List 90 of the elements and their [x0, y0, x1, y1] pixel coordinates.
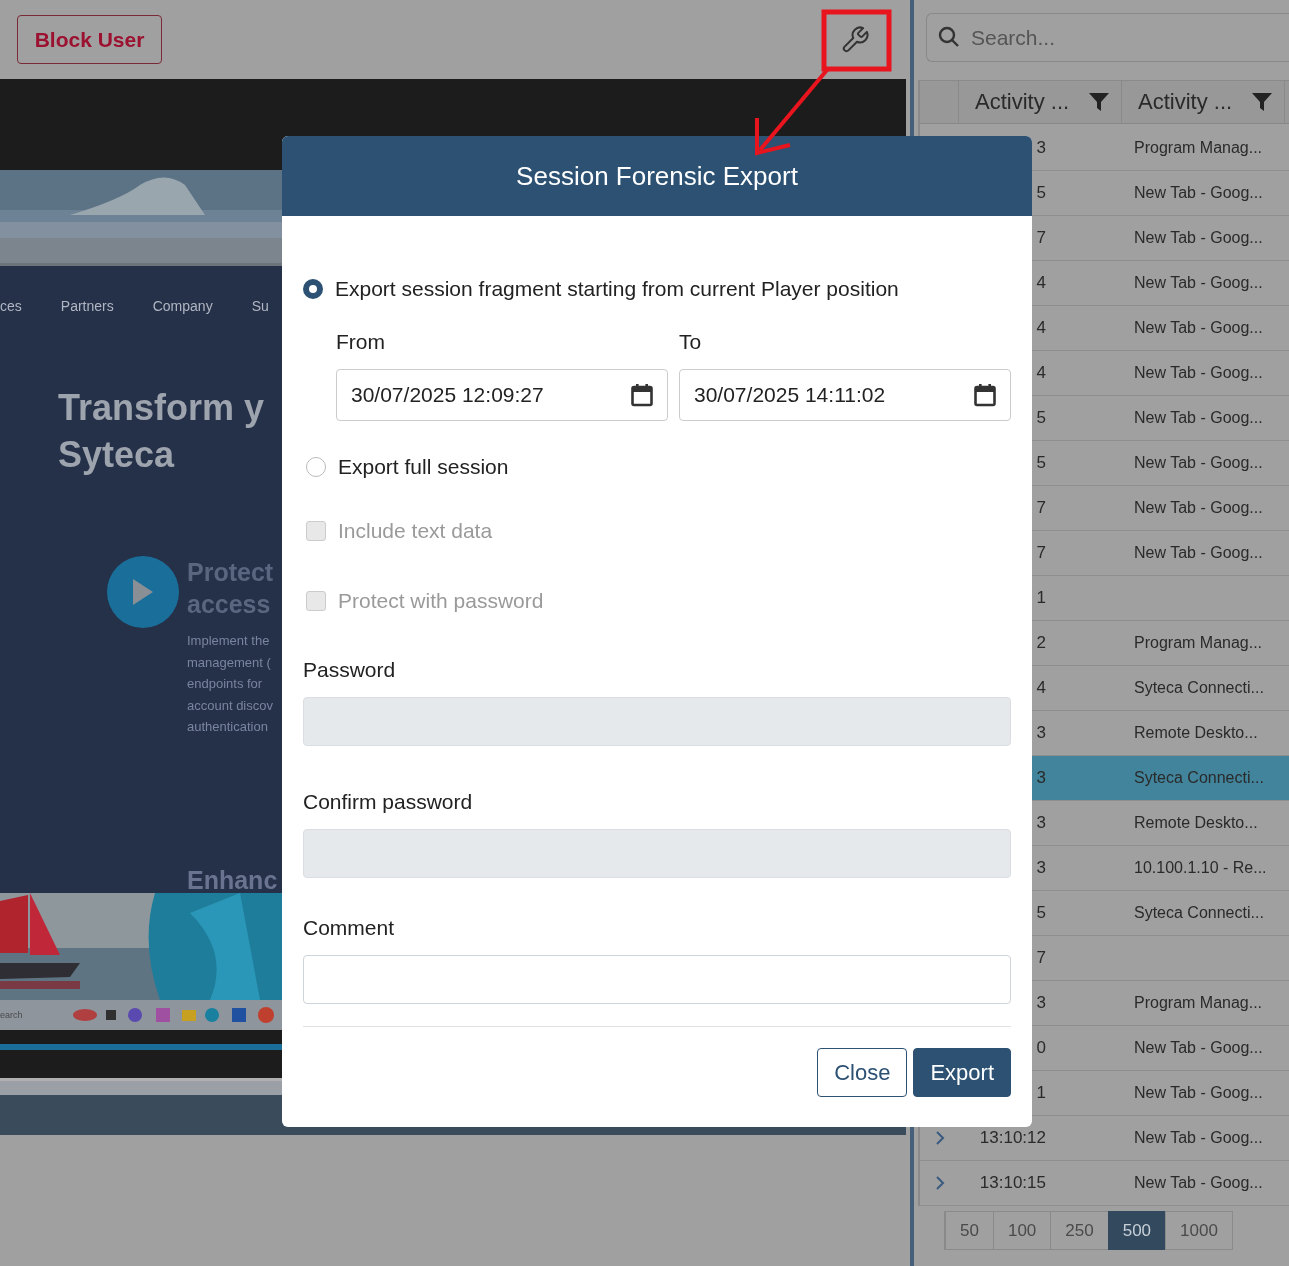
table-cell-text: 3 [1035, 768, 1046, 788]
table-cell-text: 5 [1035, 903, 1046, 923]
table-cell: New Tab - Goog... [1134, 274, 1263, 292]
field-label: Password [303, 657, 397, 683]
chevron-icon[interactable] [935, 1131, 945, 1145]
nav-link[interactable]: ces [0, 298, 22, 314]
table-cell-text: 0 [1035, 1038, 1046, 1058]
table-cell-text: 5 [1035, 453, 1046, 473]
table-cell: New Tab - Goog... [1134, 319, 1263, 337]
table-cell: New Tab - Goog... [1134, 364, 1263, 382]
table-cell-text: 4 [1035, 678, 1046, 698]
table-cell: Syteca Connecti... [1134, 769, 1264, 787]
table-cell: Program Manag... [1134, 994, 1263, 1012]
table-cell: New Tab - Goog... [1134, 409, 1263, 427]
feature-text: management ( [187, 653, 272, 672]
nav-link[interactable]: Company [152, 298, 213, 314]
section-title: Enhanc [187, 868, 278, 893]
dialog-button[interactable]: Close [817, 1048, 908, 1097]
table-cell: New Tab - Goog... [1134, 499, 1263, 517]
table-cell-text: 7 [1035, 948, 1046, 968]
table-cell-text: 4 [1035, 363, 1046, 383]
table-cell: New Tab - Goog... [1134, 1174, 1263, 1192]
table-cell-text: 7 [1035, 543, 1046, 563]
table-cell-text: 7 [1035, 498, 1046, 518]
table-cell-text: 13:10:12 [978, 1128, 1046, 1148]
date-field[interactable]: 30/07/2025 14:11:02 [679, 369, 1011, 421]
table-cell-text: 3 [1035, 858, 1046, 878]
table-cell: New Tab - Goog... [1134, 1039, 1263, 1057]
taskbar-search[interactable]: earch [0, 1010, 60, 1020]
field-label: Comment [303, 915, 396, 941]
table-cell: Syteca Connecti... [1134, 679, 1264, 697]
table-cell-text: 1 [1035, 1083, 1046, 1103]
hero-heading: Syteca [58, 433, 175, 477]
feature-text: Implement the [187, 632, 271, 650]
page-size-button[interactable]: 100 [992, 1211, 1052, 1250]
table-cell: New Tab - Goog... [1134, 184, 1263, 202]
calendar-icon[interactable] [631, 383, 653, 407]
nav-link[interactable]: Su [251, 298, 269, 314]
checkbox-label: Include text data [338, 519, 493, 543]
checkbox-label: Protect with password [338, 589, 544, 613]
field-label: From [336, 329, 386, 355]
page-size-button[interactable]: 1000 [1165, 1211, 1233, 1250]
table-cell: Remote Deskto... [1134, 724, 1258, 742]
table-cell-text: 3 [1035, 723, 1046, 743]
table-cell: Syteca Connecti... [1134, 904, 1264, 922]
page-size-button[interactable]: 50 [945, 1211, 994, 1250]
chevron-icon[interactable] [935, 1176, 945, 1190]
table-cell-text: 5 [1035, 183, 1046, 203]
search-icon [938, 26, 960, 48]
table-cell-text: 1 [1035, 588, 1046, 608]
table-cell-text: 4 [1035, 273, 1046, 293]
table-cell: New Tab - Goog... [1134, 1084, 1263, 1102]
table-cell: New Tab - Goog... [1134, 454, 1263, 472]
table-cell-text: 2 [1035, 633, 1046, 653]
dialog-title: Session Forensic Export [282, 136, 1032, 216]
table-cell-text: 7 [1035, 228, 1046, 248]
hero-heading: Transform y [58, 386, 265, 430]
table-cell: New Tab - Goog... [1134, 229, 1263, 247]
table-cell: Program Manag... [1134, 634, 1263, 652]
table-cell-text: 4 [1035, 318, 1046, 338]
feature-text: endpoints for [187, 675, 264, 693]
table-cell: 10.100.1.10 - Re... [1134, 859, 1267, 877]
table-cell: New Tab - Goog... [1134, 544, 1263, 562]
table-cell: Remote Deskto... [1134, 814, 1258, 832]
column-header[interactable]: Activity ... [1138, 89, 1233, 115]
dialog-button[interactable]: Export [913, 1048, 1011, 1097]
date-field[interactable]: 30/07/2025 12:09:27 [336, 369, 668, 421]
table-cell-text: 13:10:15 [978, 1173, 1046, 1193]
table-cell: New Tab - Goog... [1134, 1129, 1263, 1147]
table-cell-text: 3 [1035, 138, 1046, 158]
filter-icon[interactable] [1089, 93, 1109, 111]
table-cell-text: 3 [1035, 993, 1046, 1013]
search-field[interactable]: Search... [926, 13, 1289, 62]
block-user-button[interactable]: Block User [17, 15, 162, 64]
input-field[interactable] [303, 955, 1011, 1004]
page-size-button[interactable]: 250 [1050, 1211, 1109, 1250]
table-cell-text: 3 [1035, 813, 1046, 833]
field-label: Confirm password [303, 789, 474, 815]
table-row[interactable]: 13:10:15 New Tab - Goog... [920, 1161, 1289, 1206]
field-label: To [679, 329, 703, 355]
feature-text: authentication [187, 718, 269, 736]
page-size-button[interactable]: 500 [1107, 1211, 1167, 1250]
calendar-icon[interactable] [974, 383, 996, 407]
column-header[interactable]: Activity ... [975, 89, 1070, 115]
table-cell: Program Manag... [1134, 139, 1263, 157]
highlight-frame [821, 9, 892, 72]
table-cell-text: 5 [1035, 408, 1046, 428]
feature-text: account discov [187, 696, 274, 715]
nav-link[interactable]: Partners [60, 298, 114, 314]
filter-icon[interactable] [1252, 93, 1272, 111]
